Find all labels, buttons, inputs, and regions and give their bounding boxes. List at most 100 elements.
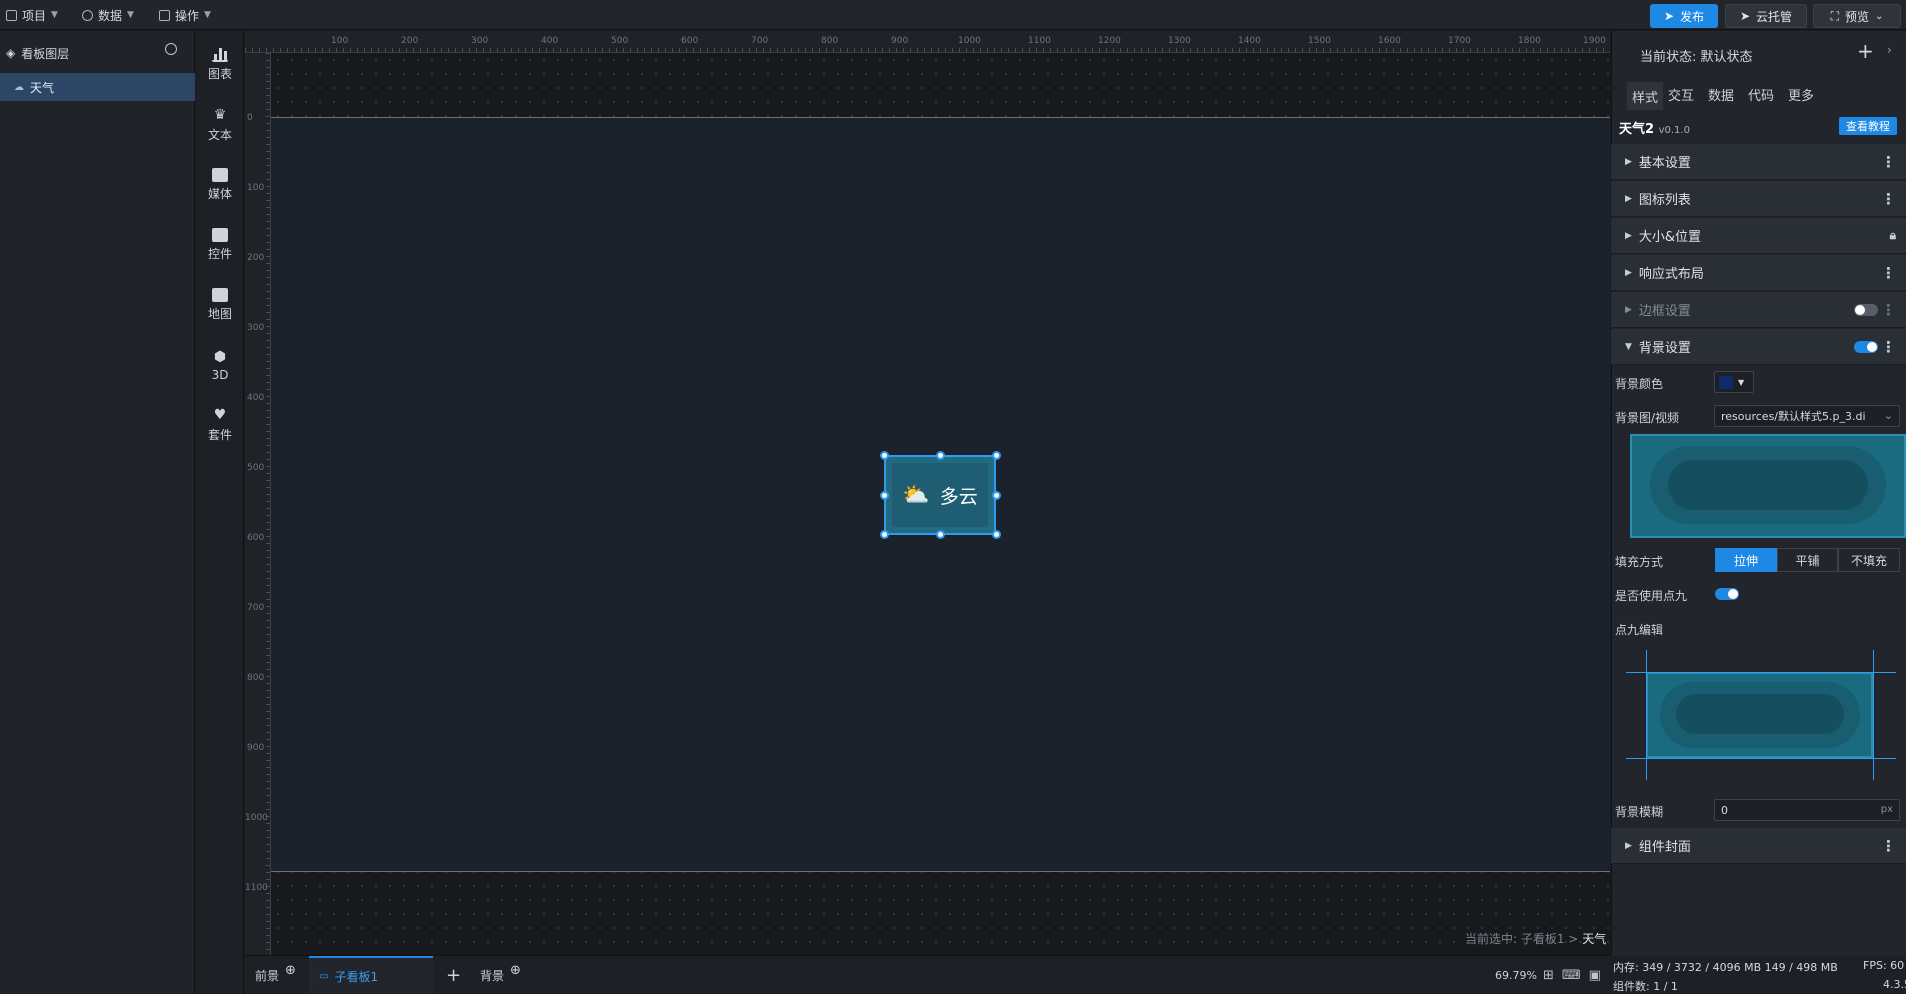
add-circle-icon[interactable]: ⊕ [285,963,296,978]
text-icon: ♛ [213,107,227,123]
bg-blur-label: 背景模糊 [1615,805,1664,819]
ruler-tick-label: 500 [247,463,265,473]
fill-stretch-option[interactable]: 拉伸 [1715,548,1777,572]
ruler-tick-label: 200 [401,36,419,46]
layer-item-weather[interactable]: ☁ 天气 [0,73,195,101]
bg-color-picker[interactable]: ▼ [1714,371,1754,393]
nine-patch-editor[interactable] [1626,650,1896,780]
lock-icon[interactable]: 🔒︎ [1890,228,1896,243]
ruler-tick-label: 1900 [1583,36,1606,46]
resize-handle[interactable] [880,530,889,539]
ruler-tick-label: 100 [247,183,265,193]
resize-handle[interactable] [936,530,945,539]
cloud-hosting-button[interactable]: ➤ 云托管 [1725,4,1807,28]
send-icon: ➤ [1739,9,1751,23]
section-background-settings[interactable]: ▼ 背景设置 ⋮ [1611,329,1906,365]
tab-more[interactable]: 更多 [1788,85,1814,104]
menu-project[interactable]: 项目 ▼ [6,6,58,24]
preview-button[interactable]: ⛶ 预览 ⌄ [1813,4,1901,28]
resize-handle[interactable] [936,451,945,460]
file-icon [6,9,17,21]
chart-icon [212,48,228,62]
kit-icon: ♥ [213,407,227,423]
chevron-down-icon: ▼ [204,10,211,20]
send-icon: ➤ [1663,9,1675,23]
publish-button[interactable]: ➤ 发布 [1650,4,1718,28]
weather-widget[interactable]: ⛅ 多云 [884,455,996,535]
ruler-tick-label: 300 [247,323,265,333]
bg-color-label: 背景颜色 [1615,377,1664,391]
add-state-icon[interactable]: + [1857,39,1874,63]
section-component-cover[interactable]: ▶ 组件封面 ⋮ [1611,828,1906,864]
section-icon-list[interactable]: ▶ 图标列表 ⋮ [1611,181,1906,217]
color-swatch [1719,375,1733,389]
ruler-tick-label: 1800 [1518,36,1541,46]
tool-text[interactable]: ♛ 文本 [196,101,244,149]
chevron-down-icon: ▼ [1738,377,1745,387]
search-icon[interactable] [165,43,177,55]
plus-icon: + [446,965,462,986]
tab-style[interactable]: 样式 [1627,82,1663,110]
zoom-level[interactable]: 69.79% [1495,956,1537,994]
add-board-button[interactable]: + [446,956,461,994]
layers-icon: ◈ [6,46,16,60]
resize-handle[interactable] [992,451,1001,460]
top-toolbar: 项目 ▼ 数据 ▼ 操作 ▼ ➤ 发布 ➤ 云托管 ⛶ 预览 ⌄ [0,0,1906,30]
partly-cloudy-icon: ⛅ [902,482,930,508]
more-vertical-icon[interactable]: ⋮ [1881,190,1896,208]
fill-mode-label: 填充方式 [1615,555,1664,569]
view-tutorial-button[interactable]: 查看教程 [1839,117,1897,135]
chevron-down-icon: ⌄ [1875,10,1884,22]
border-toggle[interactable] [1854,304,1878,316]
ruler-tick-label: 800 [247,673,265,683]
layer-panel: ◈ 看板图层 ☁ 天气 [0,31,195,994]
component-count: 组件数: 1 / 1 [1613,980,1678,993]
resize-handle[interactable] [880,451,889,460]
more-vertical-icon[interactable]: ⋮ [1881,837,1896,855]
tab-interaction[interactable]: 交互 [1668,85,1694,104]
tool-3d[interactable]: ⬢ 3D [196,341,244,389]
use-nine-patch-label: 是否使用点九 [1615,589,1688,603]
resize-handle[interactable] [992,491,1001,500]
more-vertical-icon[interactable]: ⋮ [1881,153,1896,171]
nine-patch-edit-label: 点九编辑 [1615,623,1664,637]
ruler-tick-label: 700 [247,603,265,613]
tool-media[interactable]: 媒体 [196,161,244,209]
section-size-position[interactable]: ▶ 大小&位置 🔒︎ [1611,218,1906,254]
bg-blur-input[interactable]: 0 px [1714,799,1900,821]
tab-sub-board[interactable]: ▭ 子看板1 [309,956,433,994]
resize-handle[interactable] [880,491,889,500]
bg-image-preview[interactable] [1630,434,1906,538]
tool-kit[interactable]: ♥ 套件 [196,401,244,449]
menu-operation[interactable]: 操作 ▼ [159,6,211,24]
tool-control[interactable]: 控件 [196,221,244,269]
fill-none-option[interactable]: 不填充 [1838,548,1900,572]
selection-breadcrumb: 当前选中: 子看板1 > 天气 [1465,932,1607,946]
resize-handle[interactable] [992,530,1001,539]
tab-data[interactable]: 数据 [1708,85,1734,104]
section-border-settings[interactable]: ▶ 边框设置 ⋮ [1611,292,1906,328]
bg-image-select[interactable]: resources/默认样式5.p_3.di ⌄ [1714,405,1900,427]
fit-screen-icon[interactable]: ⊞ [1543,968,1554,983]
ruler-tick-label: 400 [541,36,559,46]
more-vertical-icon[interactable]: ⋮ [1881,264,1896,282]
tab-foreground[interactable]: 前景 ⊕ [255,956,296,994]
keyboard-icon[interactable]: ⌨ [1562,968,1581,983]
chevron-right-icon[interactable]: › [1887,43,1892,57]
menu-data[interactable]: 数据 ▼ [82,6,134,24]
terminal-icon[interactable]: ▣ [1589,968,1601,983]
more-vertical-icon[interactable]: ⋮ [1881,338,1896,356]
background-toggle[interactable] [1854,341,1878,353]
section-basic-settings[interactable]: ▶ 基本设置 ⋮ [1611,144,1906,180]
section-responsive-layout[interactable]: ▶ 响应式布局 ⋮ [1611,255,1906,291]
more-vertical-icon[interactable]: ⋮ [1881,301,1896,319]
fill-tile-option[interactable]: 平铺 [1777,548,1838,572]
ruler-horizontal: 100 200 300 400 500 600 700 800 900 1000… [245,31,1610,53]
add-circle-icon[interactable]: ⊕ [510,963,521,978]
nine-patch-toggle[interactable] [1715,588,1739,600]
chevron-down-icon: ▼ [127,10,134,20]
tool-chart[interactable]: 图表 [196,41,244,89]
tab-background[interactable]: 背景 ⊕ [480,956,521,994]
tab-code[interactable]: 代码 [1748,85,1774,104]
tool-map[interactable]: 地图 [196,281,244,329]
